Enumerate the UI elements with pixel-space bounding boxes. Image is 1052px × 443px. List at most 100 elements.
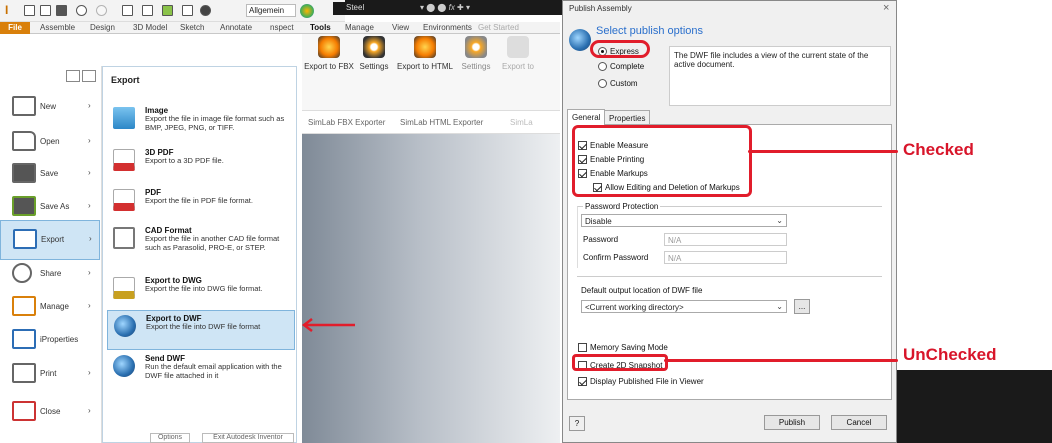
save-icon[interactable] (56, 5, 67, 16)
menu-item-new[interactable]: New › (0, 88, 100, 128)
export-submenu: Export Image Export the file in image fi… (102, 66, 297, 443)
open-file-icon[interactable] (40, 5, 51, 16)
menu-item-close[interactable]: Close › (0, 393, 100, 433)
export-item-send-dwf[interactable]: Send DWF Run the default email applicati… (107, 351, 295, 397)
radio-complete[interactable] (598, 62, 607, 71)
browse-button[interactable]: ... (794, 299, 810, 314)
cad-format-icon (113, 227, 135, 249)
fbx-settings-button[interactable]: Settings (354, 36, 394, 71)
radio-custom[interactable] (598, 79, 607, 88)
publish-button[interactable]: Publish (764, 415, 820, 430)
quick-access-toolbar: I Allgemein (0, 0, 345, 22)
group-label-simlab: SimLa (510, 118, 533, 127)
menu-item-export[interactable]: Export › (0, 220, 100, 260)
appearance-icon[interactable] (300, 4, 314, 18)
display-in-viewer-checkbox[interactable] (578, 377, 587, 386)
tab-sketch[interactable]: Sketch (180, 22, 204, 34)
export-item-dwg[interactable]: Export to DWG Export the file into DWG f… (107, 273, 295, 313)
tab-manage[interactable]: Manage (345, 22, 374, 34)
password-label: Password (583, 235, 619, 244)
tab-view[interactable]: View (392, 22, 409, 34)
close-file-icon (12, 401, 36, 421)
cancel-button[interactable]: Cancel (831, 415, 887, 430)
annotation-unchecked-box (572, 354, 668, 371)
manage-icon (12, 296, 36, 316)
export-header: Export (111, 75, 140, 85)
memory-saving-label: Memory Saving Mode (590, 343, 668, 352)
close-icon[interactable]: × (883, 2, 889, 14)
chevron-right-icon: › (88, 268, 91, 277)
export-item-3d-pdf[interactable]: 3D PDF Export to a 3D PDF file. (107, 145, 295, 185)
tab-inspect[interactable]: nspect (270, 22, 294, 34)
quick-tools-icons[interactable]: ▾ ⬤ ⬤ fx ✚ ▾ (420, 3, 530, 15)
material-dropdown[interactable]: Steel (333, 2, 393, 15)
file-menu-bottom-buttons: Options Exit Autodesk Inventor (150, 433, 295, 443)
document-settings-dropdown[interactable]: Allgemein (246, 4, 296, 17)
menu-item-print[interactable]: Print › (0, 355, 100, 395)
export-item-pdf[interactable]: PDF Export the file in PDF file format. (107, 185, 295, 225)
options-button[interactable]: Options (150, 433, 190, 443)
tab-properties[interactable]: Properties (604, 110, 651, 125)
memory-saving-checkbox[interactable] (578, 343, 587, 352)
chevron-right-icon: › (88, 368, 91, 377)
tab-3d-model[interactable]: 3D Model (133, 22, 167, 34)
tab-assemble[interactable]: Assemble (40, 22, 75, 34)
pdf-icon (113, 189, 135, 211)
exit-button[interactable]: Exit Autodesk Inventor (202, 433, 294, 443)
export-item-cad-format[interactable]: CAD Format Export the file in another CA… (107, 223, 295, 273)
export-item-dwf[interactable]: Export to DWF Export the file into DWF f… (107, 310, 295, 350)
tab-design[interactable]: Design (90, 22, 115, 34)
dwg-icon (113, 277, 135, 299)
open-docs-icon[interactable] (82, 70, 96, 82)
iproperties-icon (12, 329, 36, 349)
ribbon-panel: Export to FBX Settings Export to HTML Se… (302, 34, 560, 119)
tab-get-started[interactable]: Get Started (478, 22, 519, 34)
file-menu: New › Open › Save › Save As › Export › Share ›… (0, 66, 102, 443)
undo-icon[interactable] (76, 5, 87, 16)
output-location-select[interactable]: <Current working directory> ⌄ (581, 300, 787, 313)
gear-icon (363, 36, 385, 58)
output-location-label: Default output location of DWF file (581, 286, 703, 295)
update-icon[interactable] (162, 5, 173, 16)
annotation-arrow (301, 318, 355, 332)
gear-icon (465, 36, 487, 58)
help-button[interactable]: ? (569, 416, 585, 431)
folder-icon (12, 131, 36, 151)
tab-tools[interactable]: Tools (310, 22, 331, 34)
export-to-fbx-button[interactable]: Export to FBX (304, 36, 354, 71)
description-box: The DWF file includes a view of the curr… (669, 46, 891, 106)
password-mode-select[interactable]: Disable ⌄ (581, 214, 787, 227)
redo-icon[interactable] (96, 5, 107, 16)
tab-annotate[interactable]: Annotate (220, 22, 252, 34)
export-item-image[interactable]: Image Export the file in image file form… (107, 103, 295, 143)
group-label-html: SimLab HTML Exporter (400, 118, 484, 127)
new-file-icon (12, 96, 36, 116)
display-in-viewer-label: Display Published File in Viewer (590, 377, 704, 386)
radio-complete-label: Complete (610, 62, 645, 71)
select-icon[interactable] (142, 5, 153, 16)
export-icon (13, 229, 37, 249)
dialog-heading: Select publish options (596, 25, 704, 37)
measure-icon[interactable] (182, 5, 193, 16)
confirm-password-field[interactable]: N/A (664, 251, 787, 264)
chevron-right-icon: › (88, 168, 91, 177)
chevron-down-icon: ⌄ (776, 302, 783, 311)
export-to-html-button[interactable]: Export to HTML (396, 36, 454, 71)
new-file-icon[interactable] (24, 5, 35, 16)
home-icon[interactable] (122, 5, 133, 16)
tab-general[interactable]: General (567, 109, 606, 125)
recent-docs-icon[interactable] (66, 70, 80, 82)
password-field[interactable]: N/A (664, 233, 787, 246)
export-to-button[interactable]: Export to (498, 36, 538, 71)
image-icon (113, 107, 135, 129)
divider (577, 276, 882, 277)
html-settings-button[interactable]: Settings (456, 36, 496, 71)
chevron-right-icon: › (88, 101, 91, 110)
tab-environments[interactable]: Environments (423, 22, 472, 34)
dwf-globe-icon (114, 315, 136, 337)
annotation-express-highlight (590, 40, 650, 58)
stop-icon[interactable] (200, 5, 211, 16)
annotation-unchecked-line (664, 359, 898, 362)
inventor-app-icon[interactable]: I (5, 3, 8, 17)
tab-file[interactable]: File (0, 22, 30, 34)
